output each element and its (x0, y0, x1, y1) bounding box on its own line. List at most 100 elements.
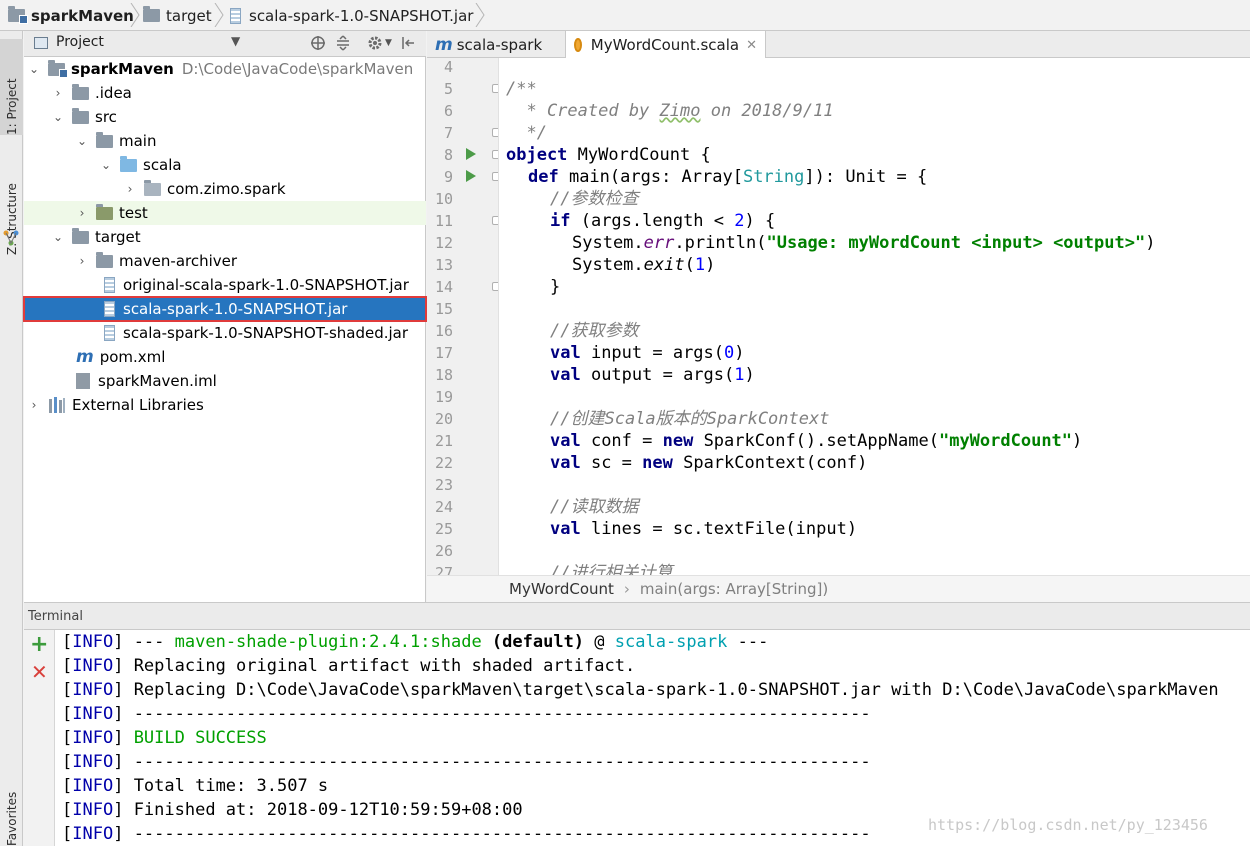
chevron-down-icon[interactable]: ▼ (231, 34, 240, 48)
chevron-down-icon[interactable]: ⌄ (98, 158, 114, 172)
chevron-right-icon[interactable]: › (26, 398, 42, 412)
code-line-7: */ (506, 123, 547, 143)
tree-item-external-libraries[interactable]: › External Libraries (24, 393, 426, 417)
close-icon[interactable]: ✕ (746, 38, 757, 53)
code-line-21: val conf = new SparkConf().setAppName("m… (550, 431, 1083, 451)
tree-item-test[interactable]: › test (24, 201, 426, 225)
tab-favorites[interactable]: Favorites (0, 766, 23, 846)
run-icon[interactable] (466, 170, 476, 182)
tree-item-maven-archiver[interactable]: › maven-archiver (24, 249, 426, 273)
line-number: 24 (434, 498, 453, 516)
test-folder-icon (96, 203, 113, 220)
fold-marker-icon[interactable] (492, 150, 498, 159)
breadcrumb-separator-icon: › (623, 580, 630, 598)
editor-gutter: 4 5 6 7 8 9 10 11 12 13 14 15 16 17 18 1… (427, 58, 499, 575)
line-number: 5 (443, 80, 453, 98)
tree-item-jar-selected[interactable]: scala-spark-1.0-SNAPSHOT.jar (23, 296, 427, 322)
jar-icon (104, 277, 115, 293)
fold-marker-icon[interactable] (492, 172, 498, 181)
locate-icon[interactable] (310, 35, 326, 51)
plus-icon[interactable]: + (30, 632, 48, 657)
run-icon[interactable] (466, 148, 476, 160)
code-line-5: /** (506, 79, 537, 99)
code-line-27: //进行相关计算 (550, 563, 673, 575)
tree-item-sparkmaven[interactable]: ⌄ sparkMaven D:\Code\JavaCode\sparkMaven (24, 57, 426, 81)
tree-item-pom[interactable]: m pom.xml (24, 345, 426, 369)
tree-item-scala[interactable]: ⌄ scala (24, 153, 426, 177)
chevron-right-icon[interactable]: › (74, 254, 90, 268)
code-editor[interactable]: /** * Created by Zimo on 2018/9/11 */ ob… (499, 58, 1250, 575)
code-line-13: System.exit(1) (572, 255, 716, 275)
maven-m-icon: m (435, 34, 453, 55)
line-number: 16 (434, 322, 453, 340)
chevron-right-icon[interactable]: › (122, 182, 138, 196)
code-line-17: val input = args(0) (550, 343, 745, 363)
chevron-right-icon[interactable]: › (74, 206, 90, 220)
fold-marker-icon[interactable] (492, 216, 498, 225)
terminal-line: [INFO] Total time: 3.507 s (62, 776, 329, 796)
breadcrumb-separator-icon (475, 3, 485, 27)
line-number: 14 (434, 278, 453, 296)
terminal-line: [INFO] Replacing D:\Code\JavaCode\sparkM… (62, 680, 1219, 700)
code-line-14: } (550, 277, 561, 297)
tool-window-strip: 1: Project Z: Structure Favorites (0, 31, 23, 846)
line-number: 8 (443, 146, 453, 164)
jar-icon (104, 325, 115, 341)
chevron-down-icon[interactable]: ⌄ (50, 110, 66, 124)
breadcrumb-project[interactable]: sparkMaven (8, 0, 134, 31)
close-icon[interactable]: ✕ (31, 660, 48, 684)
editor-breadcrumb: MyWordCount › main(args: Array[String]) (427, 575, 1250, 602)
package-icon (144, 179, 161, 196)
breadcrumb-object[interactable]: MyWordCount (509, 580, 614, 598)
line-number: 12 (434, 234, 453, 252)
fold-marker-icon[interactable] (492, 84, 498, 93)
jar-icon (230, 7, 241, 24)
project-folder-icon (8, 6, 28, 24)
chevron-down-icon[interactable]: ⌄ (74, 134, 90, 148)
tree-item-iml[interactable]: sparkMaven.iml (24, 369, 426, 393)
code-line-24: //读取数据 (550, 497, 639, 517)
chevron-right-icon[interactable]: › (50, 86, 66, 100)
tree-item-target[interactable]: ⌄ target (24, 225, 426, 249)
line-number: 21 (434, 432, 453, 450)
collapse-all-icon[interactable] (335, 35, 351, 51)
line-number: 19 (434, 388, 453, 406)
tab-scala-spark[interactable]: m scala-spark (427, 31, 565, 58)
terminal-title: Terminal (28, 608, 83, 624)
settings-dropdown-icon[interactable]: ▼ (385, 38, 392, 48)
watermark: https://blog.csdn.net/py_123456 (928, 816, 1208, 834)
settings-icon[interactable] (367, 35, 383, 51)
tree-item-idea[interactable]: › .idea (24, 81, 426, 105)
terminal-line: [INFO] ---------------------------------… (62, 824, 871, 844)
line-number: 22 (434, 454, 453, 472)
jar-icon (104, 301, 115, 317)
chevron-down-icon[interactable]: ⌄ (26, 62, 42, 76)
chevron-down-icon[interactable]: ⌄ (50, 230, 66, 244)
tree-item-src[interactable]: ⌄ src (24, 105, 426, 129)
breadcrumb-jar[interactable]: scala-spark-1.0-SNAPSHOT.jar (230, 0, 473, 31)
breadcrumb-method[interactable]: main(args: Array[String]) (640, 580, 828, 598)
breadcrumb-target[interactable]: target (143, 0, 212, 31)
code-line-18: val output = args(1) (550, 365, 755, 385)
tree-item-jar-shaded[interactable]: scala-spark-1.0-SNAPSHOT-shaded.jar (24, 321, 426, 345)
folder-icon (72, 227, 89, 244)
tree-item-main[interactable]: ⌄ main (24, 129, 426, 153)
hide-panel-icon[interactable] (401, 35, 417, 51)
line-number: 7 (443, 124, 453, 142)
terminal-toolbar: + ✕ (24, 630, 55, 846)
module-file-icon (76, 373, 90, 389)
folder-icon (72, 83, 89, 100)
structure-icon (3, 230, 19, 246)
fold-marker-icon[interactable] (492, 128, 498, 137)
code-line-22: val sc = new SparkContext(conf) (550, 453, 868, 473)
tree-item-package[interactable]: › com.zimo.spark (24, 177, 426, 201)
fold-marker-icon[interactable] (492, 282, 498, 291)
code-line-9: def main(args: Array[String]): Unit = { (528, 167, 928, 187)
tab-project[interactable]: 1: Project (0, 39, 23, 135)
tree-item-jar-original[interactable]: original-scala-spark-1.0-SNAPSHOT.jar (24, 273, 426, 297)
editor-tab-bar: m scala-spark MyWordCount.scala ✕ (427, 31, 1250, 59)
code-line-10: //参数检查 (550, 189, 639, 209)
line-number: 4 (443, 58, 453, 76)
tab-mywordcount-scala[interactable]: MyWordCount.scala ✕ (565, 31, 766, 59)
terminal-output[interactable]: [INFO] --- maven-shade-plugin:2.4.1:shad… (55, 630, 1250, 846)
